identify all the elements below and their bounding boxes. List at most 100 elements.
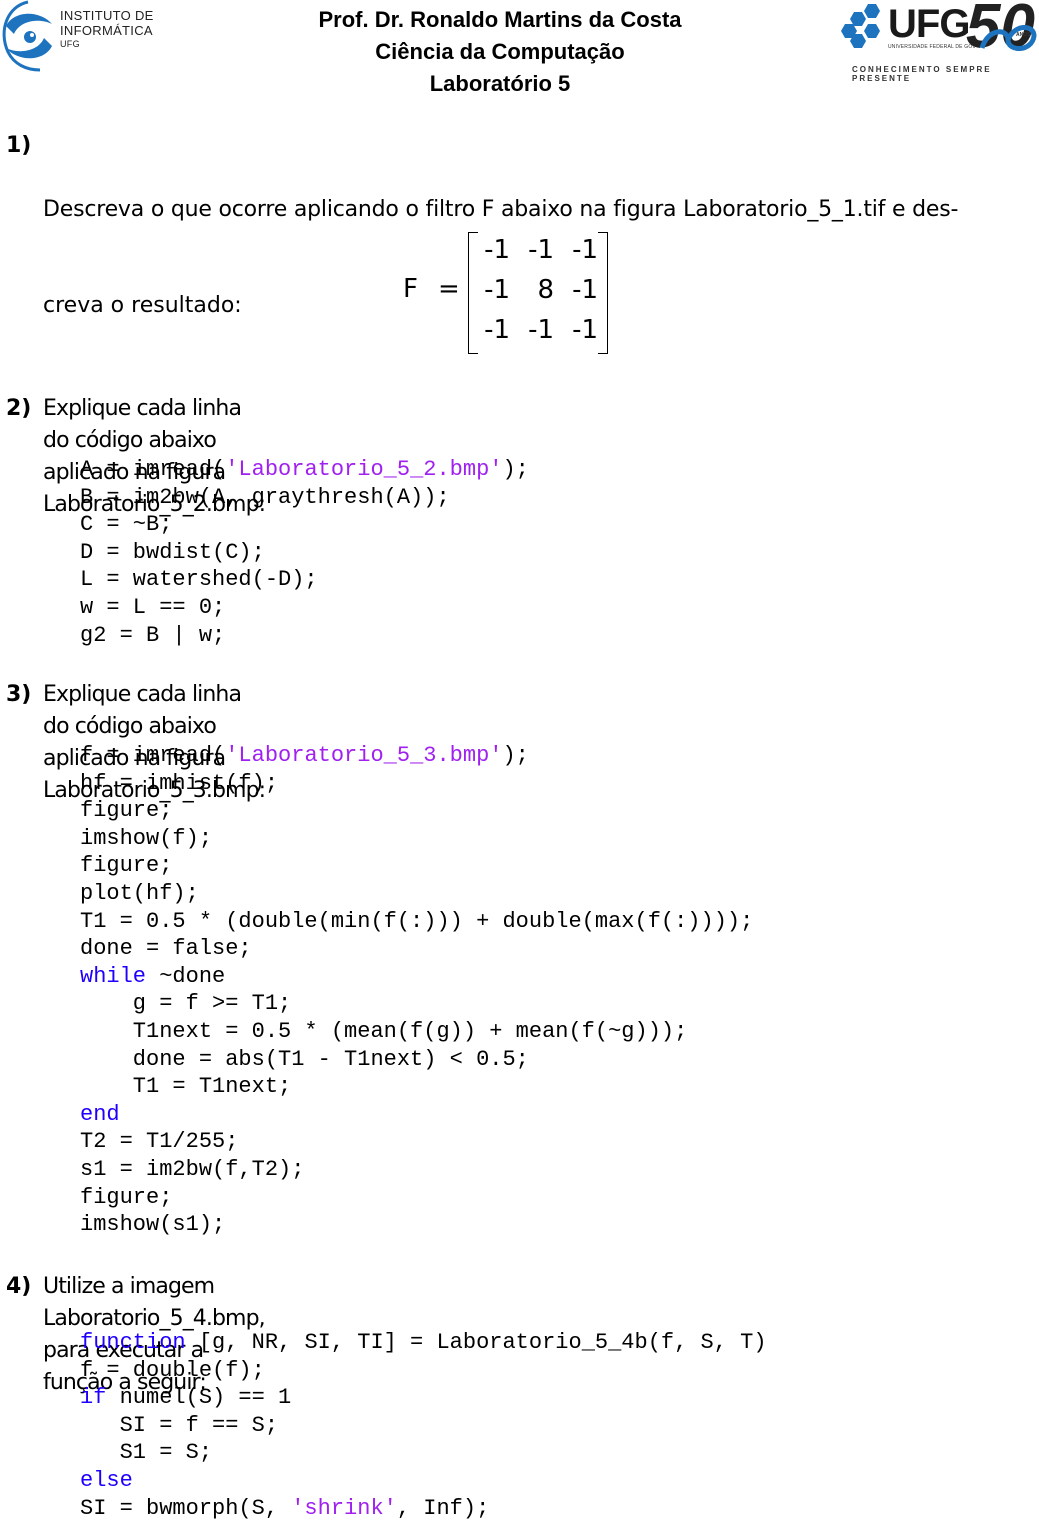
code-token: SI = bwmorph(S, — [80, 1495, 292, 1521]
code-token: T2 = T1/255; — [80, 1129, 239, 1155]
code-line: if numel(S) == 1 — [80, 1384, 767, 1412]
code-block: f = imread('Laboratorio_5_3.bmp'); hf = i… — [80, 742, 753, 1239]
code-line: hf = imhist(f); — [80, 770, 753, 798]
ufg-logo: UFG UNIVERSIDADE FEDERAL DE GOIÁS 50 ANO… — [838, 0, 1039, 83]
code-line: T1 = T1next; — [80, 1073, 753, 1101]
code-token: C = ~B; — [80, 512, 173, 538]
matrix-label: F — [403, 274, 418, 304]
code-line: imshow(f); — [80, 825, 753, 853]
matrix-row: -1 -1 -1 — [480, 230, 605, 270]
matrix-cell: -1 — [528, 315, 554, 345]
matrix-cell: -1 — [484, 235, 510, 265]
matrix-cell: -1 — [572, 315, 598, 345]
code-line: T1 = 0.5 * (double(min(f(:))) + double(m… — [80, 908, 753, 936]
code-keyword: function — [80, 1330, 186, 1355]
code-token: imshow(f); — [80, 825, 213, 851]
code-line: w = L == 0; — [80, 594, 529, 622]
code-string: 'Laboratorio_5_2.bmp' — [225, 457, 503, 482]
code-string: 'shrink' — [291, 1495, 397, 1521]
code-token: w = L == 0; — [80, 594, 226, 620]
code-token: figure; — [80, 853, 173, 879]
code-keyword: end — [80, 1101, 120, 1127]
code-line: f = imread('Laboratorio_5_3.bmp'); — [80, 742, 753, 770]
matrix-grid: -1 -1 -1 -1 8 -1 -1 -1 -1 — [480, 230, 605, 350]
code-line: D = bwdist(C); — [80, 539, 529, 567]
code-token: hf = imhist(f); — [80, 770, 279, 796]
code-keyword: else — [80, 1467, 133, 1493]
code-line: f = double(f); — [80, 1357, 767, 1385]
code-line: A = imread('Laboratorio_5_2.bmp'); — [80, 456, 529, 484]
code-line: L = watershed(-D); — [80, 566, 529, 594]
ufg-wordmark: UFG — [888, 2, 970, 46]
matrix-cell: -1 — [484, 315, 510, 345]
code-line: figure; — [80, 852, 753, 880]
question-number: 3) — [6, 682, 32, 707]
filter-matrix: F = -1 -1 -1 -1 8 -1 -1 -1 -1 — [400, 230, 620, 356]
matrix-cell: -1 — [572, 275, 598, 305]
ufg-motto: CONHECIMENTO SEMPRE PRESENTE — [852, 65, 992, 83]
code-token: g = f >= T1; — [80, 991, 292, 1017]
code-token: L = watershed(-D); — [80, 567, 318, 593]
code-token: ); — [502, 743, 529, 768]
code-line: end — [80, 1101, 753, 1129]
question-text-line: Descreva o que ocorre aplicando o filtro… — [43, 197, 959, 222]
code-block: function [g, NR, SI, TI] = Laboratorio_5… — [80, 1329, 767, 1522]
code-token: done = abs(T1 - T1next) < 0.5; — [80, 1046, 529, 1072]
anniversary-label: ANOS — [1016, 32, 1031, 38]
left-bracket — [468, 232, 478, 354]
code-token: T1 = 0.5 * (double(min(f(:))) + double(m… — [80, 908, 754, 934]
code-line: figure; — [80, 1184, 753, 1212]
code-token: g2 = B | w; — [80, 622, 226, 648]
code-token: figure; — [80, 798, 173, 824]
code-line: imshow(s1); — [80, 1211, 753, 1239]
code-token: [g, NR, SI, TI] = Laboratorio_5_4b(f, S,… — [185, 1330, 767, 1355]
code-line: SI = f == S; — [80, 1412, 767, 1440]
code-line: g = f >= T1; — [80, 990, 753, 1018]
code-line: SI = bwmorph(S, 'shrink', Inf); — [80, 1495, 767, 1522]
document-title: Prof. Dr. Ronaldo Martins da Costa Ciênc… — [250, 4, 750, 100]
code-line: T2 = T1/255; — [80, 1128, 753, 1156]
code-line: function [g, NR, SI, TI] = Laboratorio_5… — [80, 1329, 767, 1357]
code-token: done = false; — [80, 936, 252, 962]
code-line: C = ~B; — [80, 511, 529, 539]
code-token: A = imread( — [80, 457, 226, 482]
matrix-row: -1 -1 -1 — [480, 310, 605, 350]
ufg-hexagon-icon — [841, 4, 880, 48]
code-token: S1 = S; — [80, 1440, 213, 1466]
author-line: Prof. Dr. Ronaldo Martins da Costa — [318, 7, 682, 32]
logo-text-line2: INFORMÁTICA — [60, 23, 153, 38]
code-line: g2 = B | w; — [80, 622, 529, 650]
code-token: SI = f == S; — [80, 1412, 279, 1438]
code-token: , Inf); — [396, 1495, 490, 1521]
code-token: imshow(s1); — [80, 1212, 226, 1238]
equals-sign: = — [438, 274, 460, 304]
page-header: INSTITUTO DE INFORMÁTICA UFG Prof. Dr. R… — [0, 0, 1039, 100]
code-keyword: if — [80, 1385, 107, 1411]
code-line: T1next = 0.5 * (mean(f(g)) + mean(f(~g))… — [80, 1018, 753, 1046]
code-token: f = imread( — [80, 743, 226, 768]
code-token: T1next = 0.5 * (mean(f(g)) + mean(f(~g))… — [80, 1018, 688, 1044]
code-line: figure; — [80, 797, 753, 825]
code-keyword: while — [80, 963, 147, 989]
matrix-cell: -1 — [484, 275, 510, 305]
code-token: D = bwdist(C); — [80, 539, 265, 565]
code-line: else — [80, 1467, 767, 1495]
code-token: ~done — [146, 963, 226, 989]
code-line: while ~done — [80, 963, 753, 991]
code-token: s1 = im2bw(f,T2); — [80, 1156, 305, 1182]
question-number: 2) — [6, 396, 32, 421]
code-line: done = abs(T1 - T1next) < 0.5; — [80, 1046, 753, 1074]
code-line: done = false; — [80, 935, 753, 963]
infinity-swoosh-icon — [979, 25, 1037, 51]
logo-text-line3: UFG — [60, 39, 80, 49]
code-token: figure; — [80, 1184, 173, 1210]
logo-text-line1: INSTITUTO DE — [60, 8, 154, 23]
code-token: T1 = T1next; — [80, 1074, 292, 1100]
lab-line: Laboratório 5 — [429, 71, 571, 96]
code-line: s1 = im2bw(f,T2); — [80, 1156, 753, 1184]
code-line: S1 = S; — [80, 1439, 767, 1467]
code-token: f = double(f); — [80, 1357, 265, 1383]
matrix-cell: -1 — [528, 235, 554, 265]
code-token: B = im2bw(A, graythresh(A)); — [80, 484, 450, 510]
eye-swirl-icon — [2, 0, 52, 72]
